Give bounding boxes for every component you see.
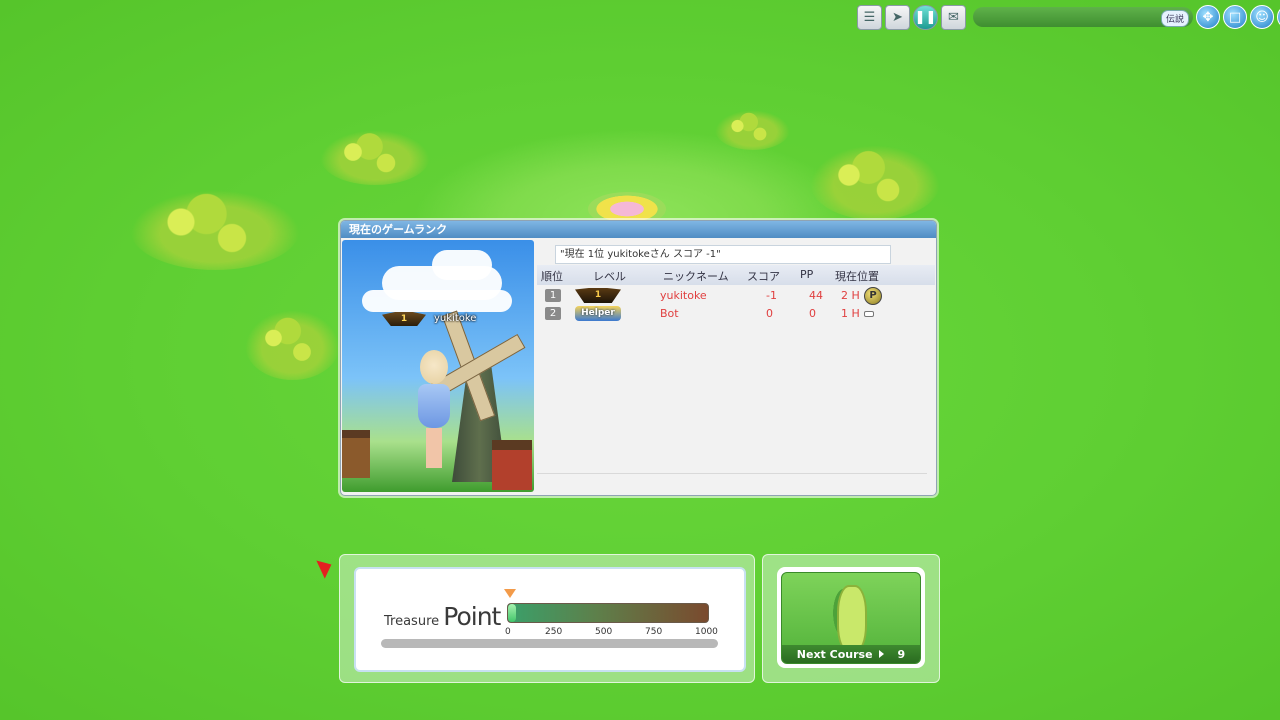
next-course-panel: Next Course 9 <box>762 554 940 683</box>
bush <box>245 310 340 380</box>
row-pp: 44 <box>809 289 823 302</box>
title-small: Treasure <box>384 614 440 629</box>
table-row[interactable]: 1 1 yukitoke -1 44 2 H P <box>537 287 935 305</box>
level-badge: Helper <box>575 306 621 321</box>
panel-title: 現在のゲームランク <box>341 221 936 238</box>
bush <box>810 145 940 220</box>
row-rank: 1 <box>545 289 561 302</box>
house <box>492 440 532 490</box>
scale-tick-label: 250 <box>545 627 563 637</box>
next-course-inner: Next Course 9 <box>777 567 925 668</box>
treasure-point-bar <box>507 603 709 623</box>
mouse-cursor-icon <box>316 555 336 579</box>
chat-icon[interactable]: ✉ <box>941 4 966 30</box>
bush <box>130 190 300 270</box>
player-portrait: 1 yukitoke <box>342 240 534 492</box>
table-row[interactable]: 2 Helper Bot 0 0 1 H <box>537 305 935 323</box>
title-big: Point <box>443 602 501 631</box>
row-rank: 2 <box>545 307 561 320</box>
treasure-point-inner: Treasure Point 0 250 500 750 1000 <box>354 567 746 672</box>
table-header: 順位 レベル ニックネーム スコア PP 現在位置 <box>537 265 935 285</box>
player-character <box>414 350 454 470</box>
bush <box>320 130 430 185</box>
level-badge: 1 <box>575 288 621 303</box>
row-position: 1 H <box>841 307 860 320</box>
row-position: 2 H <box>841 289 860 302</box>
rank-message: "現在 1位 yukitokeさん スコア -1" <box>555 245 891 264</box>
row-score: 0 <box>766 307 773 320</box>
col-position: 現在位置 <box>835 270 879 283</box>
course-map[interactable]: Next Course 9 <box>781 572 921 664</box>
col-level: レベル <box>593 270 626 283</box>
menu-icon[interactable]: ☰ <box>857 4 882 30</box>
next-course-text: Next Course <box>796 647 873 661</box>
position-icon: P <box>864 287 882 305</box>
scale-tick-label: 750 <box>645 627 663 637</box>
next-course-label: Next Course 9 <box>782 645 920 663</box>
point-marker-icon <box>504 589 516 598</box>
exit-icon[interactable]: ➤ <box>885 4 910 30</box>
rank-emblem: 1 <box>382 312 426 326</box>
row-nickname: yukitoke <box>660 289 707 302</box>
row-nickname: Bot <box>660 307 679 320</box>
col-rank: 順位 <box>541 270 563 283</box>
gift-icon[interactable]: □ <box>1223 5 1247 29</box>
scale-tick-label: 500 <box>595 627 613 637</box>
row-pp: 0 <box>809 307 816 320</box>
portrait-player-name: yukitoke <box>434 313 477 324</box>
scale-tick-label: 0 <box>505 627 511 637</box>
col-score: スコア <box>747 270 780 283</box>
treasure-point-fill <box>508 604 516 622</box>
move-icon[interactable]: ✥ <box>1196 5 1220 29</box>
divider <box>537 473 927 474</box>
chat-input-bar[interactable]: 伝説 <box>973 7 1193 27</box>
scale-track <box>381 639 718 648</box>
col-pp: PP <box>800 268 814 281</box>
col-nickname: ニックネーム <box>663 270 729 283</box>
play-arrow-icon <box>878 650 884 658</box>
position-icon <box>864 311 874 317</box>
scale-tick-label: 1000 <box>695 627 718 637</box>
treasure-point-title: Treasure Point <box>384 602 501 631</box>
chat-mode-tag[interactable]: 伝説 <box>1160 10 1189 27</box>
top-toolbar: ☰ ➤ ❚❚ ✉ 伝説 ✥ □ ☺ ⚙ <box>857 4 1280 30</box>
next-course-number: 9 <box>897 647 906 661</box>
game-rank-panel: 現在のゲームランク 1 yukitoke "現在 1位 yukitokeさん ス… <box>340 220 937 496</box>
treasure-point-panel: Treasure Point 0 250 500 750 1000 <box>339 554 755 683</box>
row-score: -1 <box>766 289 777 302</box>
hole-shape <box>837 585 867 653</box>
pause-icon[interactable]: ❚❚ <box>913 4 938 30</box>
avatar-icon[interactable]: ☺ <box>1250 5 1274 29</box>
bush <box>715 110 790 150</box>
